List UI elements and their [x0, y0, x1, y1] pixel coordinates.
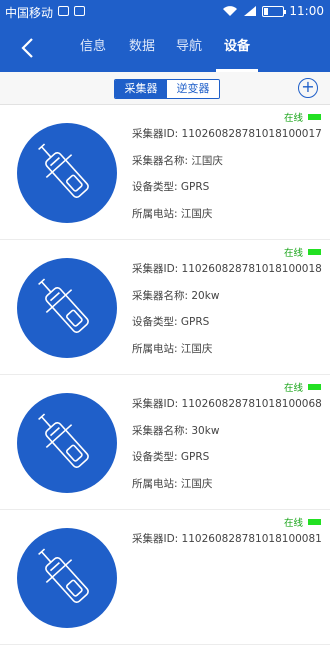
- tab-navigation[interactable]: 导航: [176, 24, 202, 72]
- device-card[interactable]: 在线 采集器ID: 110260828781018100081: [0, 510, 330, 645]
- device-card[interactable]: 在线 采集器ID: 110260828781018100068 采集器名称: 3…: [0, 375, 330, 510]
- station: 所属电站: 江国庆: [132, 342, 213, 355]
- collector-device-icon: [17, 528, 117, 628]
- device-info: 采集器ID: 110260828781018100081: [132, 526, 322, 553]
- carrier-label: 中国移动: [5, 6, 54, 20]
- segment-inverter[interactable]: 逆变器: [167, 80, 219, 98]
- collector-device-icon: [17, 123, 117, 223]
- wifi-icon: [223, 6, 238, 16]
- device-type: 设备类型: GPRS: [132, 316, 210, 328]
- device-card[interactable]: 在线 采集器ID: 110260828781018100018 采集器名称: 2…: [0, 240, 330, 375]
- back-arrow-icon[interactable]: [14, 34, 42, 62]
- device-type: 设备类型: GPRS: [132, 451, 210, 463]
- image-notification-icon: [74, 6, 85, 16]
- sub-toolbar: 采集器 逆变器 +: [0, 72, 330, 105]
- online-dot-icon: [308, 519, 321, 525]
- add-icon[interactable]: +: [298, 78, 318, 98]
- notification-icon: [58, 6, 69, 16]
- tab-info[interactable]: 信息: [80, 24, 106, 72]
- collector-id: 采集器ID: 110260828781018100018: [132, 263, 322, 275]
- collector-id: 采集器ID: 110260828781018100081: [132, 533, 322, 545]
- clock: 11:00: [289, 4, 324, 18]
- online-dot-icon: [308, 114, 321, 120]
- collector-id: 采集器ID: 110260828781018100017: [132, 128, 322, 140]
- collector-id: 采集器ID: 110260828781018100068: [132, 398, 322, 410]
- device-card[interactable]: 在线 采集器ID: 110260828781018100017 采集器名称: 江…: [0, 105, 330, 240]
- device-type: 设备类型: GPRS: [132, 181, 210, 193]
- tab-device[interactable]: 设备: [215, 24, 259, 72]
- app-header: 信息 数据 导航 设备: [0, 24, 330, 72]
- segment-collector[interactable]: 采集器: [115, 80, 167, 98]
- status-bar: 中国移动 11:00: [0, 0, 330, 24]
- online-dot-icon: [308, 384, 321, 390]
- collector-device-icon: [17, 258, 117, 358]
- battery-icon: [262, 5, 287, 17]
- collector-name: 采集器名称: 30kw: [132, 424, 220, 437]
- collector-device-icon: [17, 393, 117, 493]
- device-info: 采集器ID: 110260828781018100068 采集器名称: 30kw…: [132, 391, 322, 497]
- tab-data[interactable]: 数据: [129, 24, 155, 72]
- device-type-segment: 采集器 逆变器: [114, 79, 220, 99]
- station: 所属电站: 江国庆: [132, 207, 213, 220]
- collector-name: 采集器名称: 20kw: [132, 289, 220, 302]
- collector-name: 采集器名称: 江国庆: [132, 154, 223, 167]
- station: 所属电站: 江国庆: [132, 477, 213, 490]
- device-info: 采集器ID: 110260828781018100017 采集器名称: 江国庆 …: [132, 121, 322, 227]
- signal-icon: [244, 6, 257, 16]
- online-dot-icon: [308, 249, 321, 255]
- device-info: 采集器ID: 110260828781018100018 采集器名称: 20kw…: [132, 256, 322, 362]
